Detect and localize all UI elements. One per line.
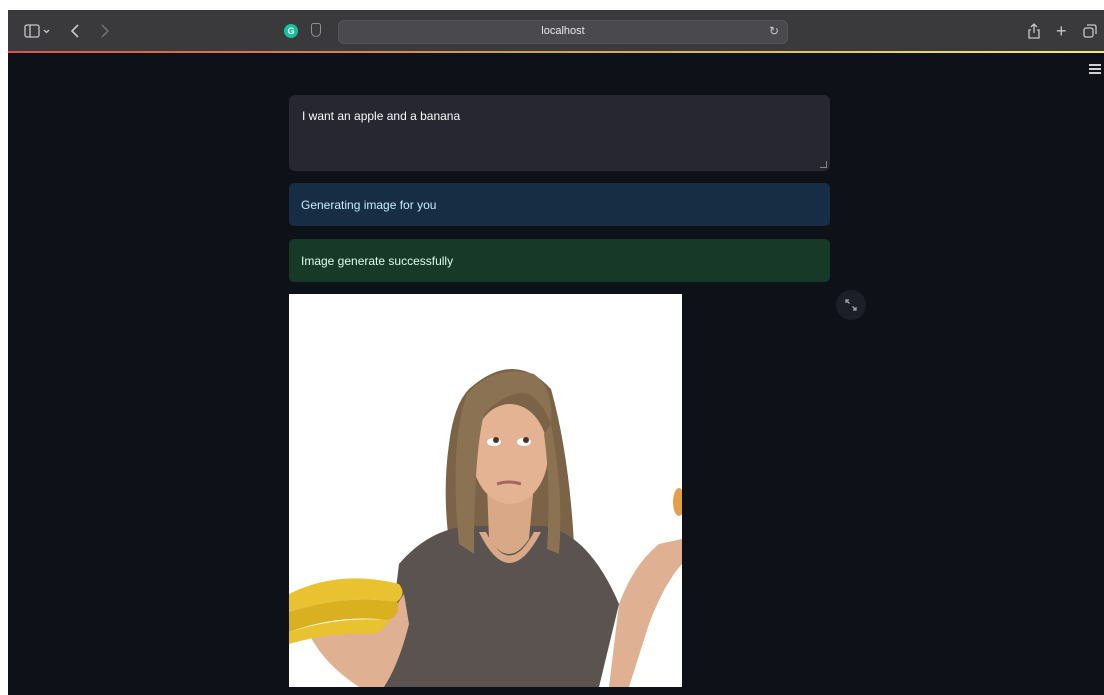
chevron-left-icon[interactable] bbox=[70, 21, 80, 41]
hamburger-menu-icon[interactable] bbox=[1089, 64, 1101, 74]
browser-toolbar: G localhost ↻ + bbox=[8, 10, 1104, 53]
info-message: Generating image for you bbox=[301, 198, 437, 212]
info-alert: Generating image for you bbox=[289, 183, 830, 226]
reload-icon[interactable]: ↻ bbox=[769, 24, 779, 38]
fullscreen-icon[interactable] bbox=[836, 290, 866, 320]
share-icon[interactable] bbox=[1028, 21, 1040, 41]
chevron-right-icon[interactable] bbox=[100, 21, 110, 41]
shield-icon[interactable] bbox=[311, 23, 321, 37]
screen-border-top bbox=[0, 0, 1104, 10]
toolbar-accent-line bbox=[8, 51, 1104, 53]
success-message: Image generate successfully bbox=[301, 254, 454, 268]
resize-handle[interactable] bbox=[820, 161, 827, 168]
tabs-overview-icon[interactable] bbox=[1083, 21, 1097, 41]
generated-image bbox=[289, 294, 682, 687]
success-alert: Image generate successfully bbox=[289, 239, 830, 282]
screen-border-left bbox=[0, 0, 8, 695]
prompt-textarea[interactable]: I want an apple and a banana bbox=[289, 95, 830, 171]
prompt-text: I want an apple and a banana bbox=[302, 109, 461, 123]
sidebar-icon[interactable] bbox=[24, 21, 50, 41]
grammarly-icon[interactable]: G bbox=[284, 24, 298, 38]
address-bar[interactable]: localhost ↻ bbox=[338, 20, 788, 44]
plus-icon[interactable]: + bbox=[1056, 21, 1067, 41]
url-text: localhost bbox=[541, 25, 585, 37]
